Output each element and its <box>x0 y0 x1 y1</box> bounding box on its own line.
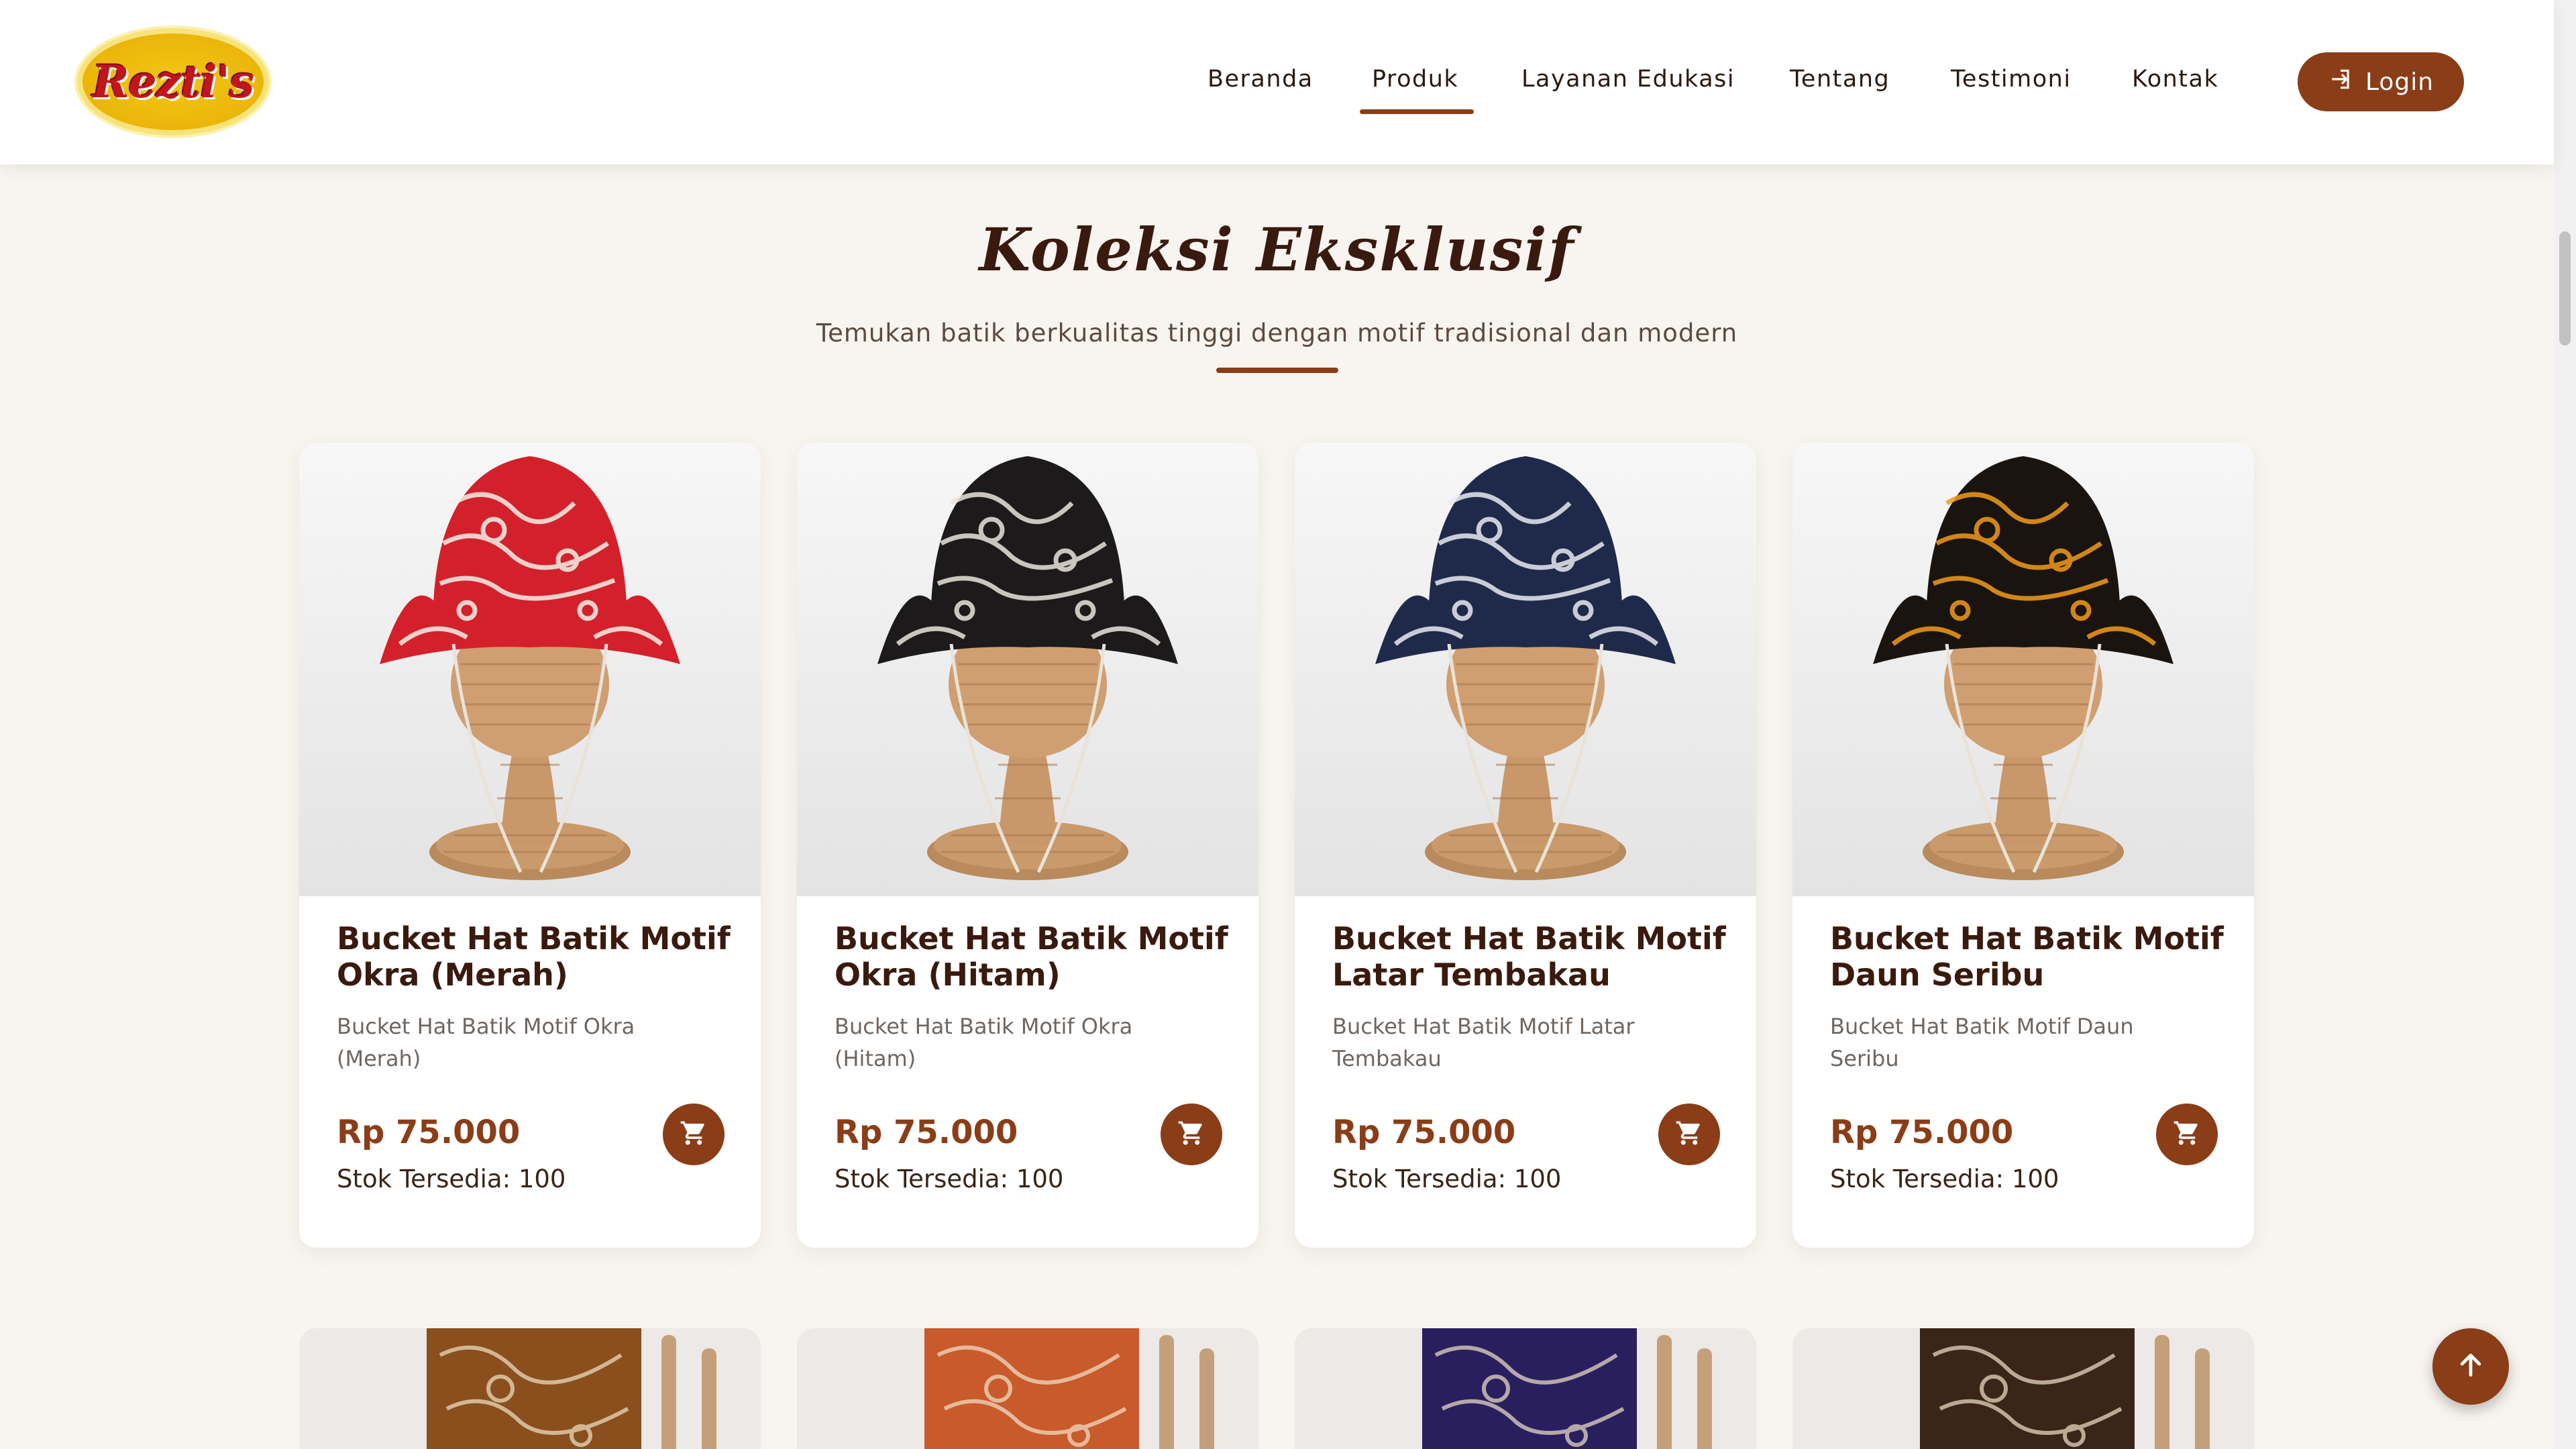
scrollbar-thumb[interactable] <box>2559 231 2571 345</box>
product-image[interactable] <box>1792 443 2254 896</box>
product-card[interactable]: Bucket Hat Batik Motif Okra (Merah) Buck… <box>299 443 761 1248</box>
cart-icon <box>680 1119 708 1150</box>
product-card-image-partial[interactable] <box>797 1328 1258 1449</box>
product-stock: Stok Tersedia: 100 <box>1332 1165 1562 1193</box>
product-card[interactable]: Bucket Hat Batik Motif Daun Seribu Bucke… <box>1792 443 2254 1248</box>
site-header: Rezti's Beranda Produk Layanan Edukasi T… <box>0 0 2554 164</box>
nav-item-kontak[interactable]: Kontak <box>2132 66 2218 99</box>
cart-icon <box>1675 1119 1703 1150</box>
product-description: Bucket Hat Batik Motif Daun Seribu <box>1830 1014 2134 1071</box>
sign-in-icon <box>2328 66 2353 98</box>
back-to-top-button[interactable] <box>2432 1328 2509 1405</box>
logo-text: Rezti's <box>92 56 254 108</box>
nav-item-testimoni[interactable]: Testimoni <box>1951 66 2072 99</box>
nav-item-produk[interactable]: Produk <box>1372 66 1458 99</box>
product-price: Rp 75.000 <box>835 1114 1018 1151</box>
nav-item-beranda[interactable]: Beranda <box>1208 66 1313 99</box>
product-title[interactable]: Bucket Hat Batik Motif Okra (Merah) <box>337 920 733 993</box>
login-label: Login <box>2365 68 2434 96</box>
product-price: Rp 75.000 <box>337 1114 521 1151</box>
product-title[interactable]: Bucket Hat Batik Motif Daun Seribu <box>1830 920 2226 993</box>
product-image[interactable] <box>1295 443 1756 896</box>
add-to-cart-button[interactable] <box>2156 1104 2218 1165</box>
product-title[interactable]: Bucket Hat Batik Motif Okra (Hitam) <box>835 920 1230 993</box>
cart-icon <box>2173 1119 2201 1150</box>
section-divider <box>1216 368 1338 373</box>
product-price: Rp 75.000 <box>1332 1114 1516 1151</box>
product-stock: Stok Tersedia: 100 <box>835 1165 1064 1193</box>
nav-item-layanan-edukasi[interactable]: Layanan Edukasi <box>1521 66 1735 99</box>
product-card[interactable]: Bucket Hat Batik Motif Latar Tembakau Bu… <box>1295 443 1756 1248</box>
section-subtitle: Temukan batik berkualitas tinggi dengan … <box>816 319 1738 347</box>
active-nav-indicator <box>1360 109 1474 114</box>
product-image[interactable] <box>797 443 1258 896</box>
product-description: Bucket Hat Batik Motif Okra (Merah) <box>337 1014 635 1071</box>
product-card[interactable]: Bucket Hat Batik Motif Okra (Hitam) Buck… <box>797 443 1258 1248</box>
login-button[interactable]: Login <box>2298 52 2464 111</box>
section-title: Koleksi Eksklusif <box>979 215 1575 284</box>
brand-logo[interactable]: Rezti's <box>77 28 269 136</box>
page-scrollbar[interactable] <box>2554 0 2576 1449</box>
arrow-up-icon <box>2456 1350 2485 1383</box>
product-stock: Stok Tersedia: 100 <box>337 1165 566 1193</box>
product-card-image-partial[interactable] <box>1792 1328 2254 1449</box>
nav-item-tentang[interactable]: Tentang <box>1790 66 1890 99</box>
product-card-image-partial[interactable] <box>299 1328 761 1449</box>
product-title[interactable]: Bucket Hat Batik Motif Latar Tembakau <box>1332 920 1728 993</box>
product-description: Bucket Hat Batik Motif Latar Tembakau <box>1332 1014 1635 1071</box>
add-to-cart-button[interactable] <box>1658 1104 1720 1165</box>
product-price: Rp 75.000 <box>1830 1114 2014 1151</box>
add-to-cart-button[interactable] <box>663 1104 724 1165</box>
add-to-cart-button[interactable] <box>1161 1104 1222 1165</box>
product-image[interactable] <box>299 443 761 896</box>
product-description: Bucket Hat Batik Motif Okra (Hitam) <box>835 1014 1133 1071</box>
cart-icon <box>1177 1119 1205 1150</box>
product-stock: Stok Tersedia: 100 <box>1830 1165 2059 1193</box>
product-card-image-partial[interactable] <box>1295 1328 1756 1449</box>
